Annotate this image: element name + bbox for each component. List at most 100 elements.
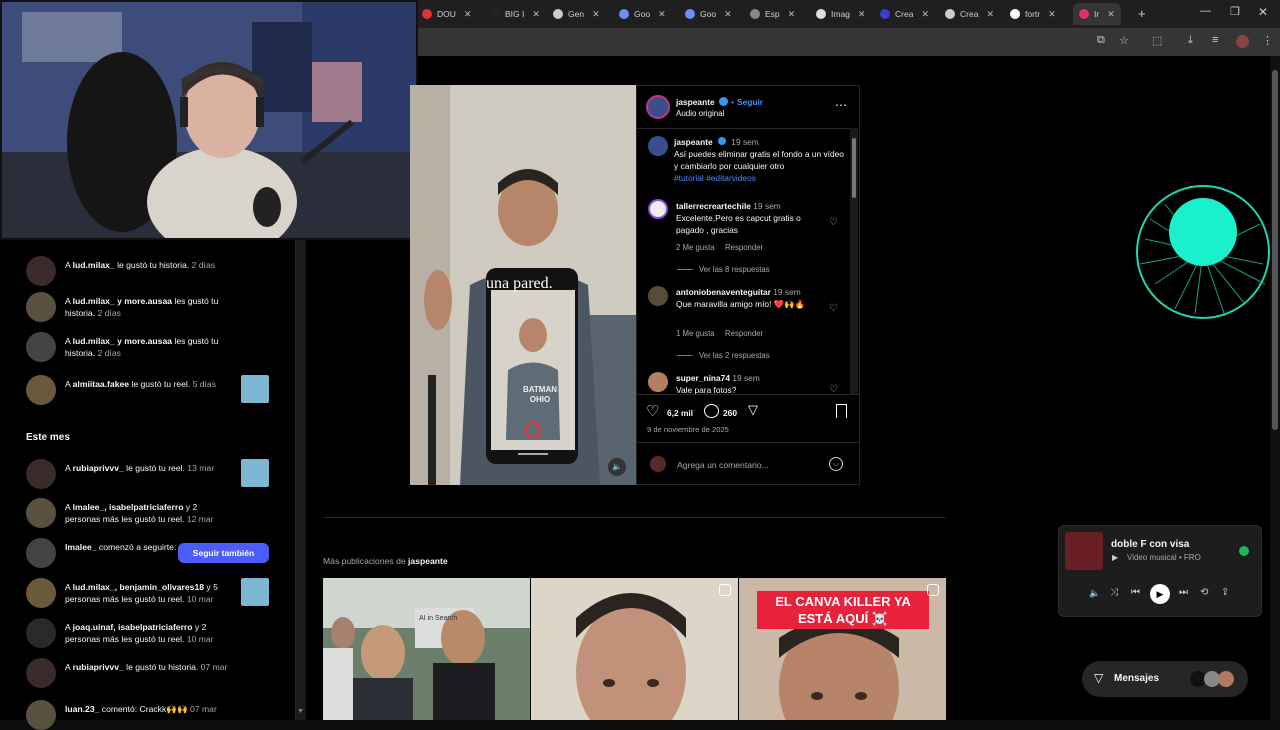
maximize-button[interactable]: ❐ (1230, 5, 1240, 18)
comment-icon[interactable] (704, 404, 719, 418)
notifications-scrollbar[interactable] (296, 240, 306, 720)
grid-post-1[interactable]: AI in Search (323, 578, 530, 720)
like-comment-icon[interactable]: ♡ (829, 217, 838, 228)
more-posts-user[interactable]: jaspeante (408, 556, 448, 566)
close-tab-icon[interactable]: ✕ (592, 9, 600, 20)
avatar[interactable] (26, 498, 56, 528)
page-scrollbar[interactable] (1270, 56, 1280, 720)
scroll-down-icon[interactable]: ▼ (297, 708, 304, 715)
notification-item[interactable]: A joaq.uinaf, isabelpatriciaferro y 2 pe… (26, 618, 296, 648)
like-comment-icon[interactable]: ♡ (829, 303, 838, 314)
mute-icon[interactable]: 🔈 (608, 458, 626, 476)
avatar[interactable] (26, 459, 56, 489)
likes-count[interactable]: 6,2 mil (667, 407, 693, 419)
track-title[interactable]: doble F con visa (1111, 539, 1189, 550)
next-icon[interactable]: ⏭ (1179, 587, 1188, 598)
shuffle-icon[interactable]: ⤨ (1110, 587, 1118, 598)
view-replies[interactable]: Ver las 2 respuestas (699, 351, 770, 360)
comment-avatar[interactable] (648, 286, 668, 306)
close-tab-icon[interactable]: ✕ (658, 9, 666, 20)
avatar[interactable] (26, 700, 56, 730)
notification-user[interactable]: rubiaprivvv_ (73, 463, 124, 473)
volume-icon[interactable]: 🔈 (1089, 588, 1100, 599)
browser-tab[interactable]: Crea ✕ (945, 3, 994, 25)
post-thumbnail[interactable] (241, 375, 269, 403)
close-tab-icon[interactable]: ✕ (921, 9, 929, 20)
browser-tab[interactable]: Imag ✕ (816, 3, 865, 25)
download-icon[interactable]: ⤓ (1188, 34, 1193, 47)
notification-user[interactable]: lud.milax_ y more.ausaa (73, 296, 172, 306)
comment-likes[interactable]: 1 Me gusta (676, 329, 715, 338)
caption-hashtags[interactable]: #tutorial #editarvideos (674, 173, 756, 183)
post-thumbnail[interactable] (241, 578, 269, 606)
reply-button[interactable]: Responder (725, 329, 763, 338)
browser-tab[interactable]: Ir ✕ (1073, 3, 1121, 25)
notification-user[interactable]: luan.23_ (65, 704, 99, 714)
follow-back-button[interactable]: Seguir también (178, 543, 269, 563)
close-tab-icon[interactable]: ✕ (1048, 9, 1056, 20)
close-tab-icon[interactable]: ✕ (788, 9, 796, 20)
install-icon[interactable]: ⧉ (1097, 34, 1105, 47)
album-art[interactable] (1065, 532, 1103, 570)
notification-user[interactable]: lud.milax_ y more.ausaa (73, 336, 172, 346)
save-icon[interactable] (836, 404, 847, 418)
browser-tab[interactable]: Gen ✕ (553, 3, 600, 25)
messages-button[interactable]: ▽ Mensajes (1082, 661, 1248, 697)
close-tab-icon[interactable]: ✕ (986, 9, 994, 20)
reel-video[interactable]: una pared. BATMAN OHIO 🔈 (410, 85, 636, 485)
media-icon[interactable]: ≡ (1212, 34, 1218, 46)
close-tab-icon[interactable]: ✕ (724, 9, 732, 20)
grid-post-2[interactable] (531, 578, 738, 720)
caption-avatar[interactable] (648, 136, 668, 156)
browser-tab[interactable]: BIG I ✕ (490, 3, 540, 25)
avatar[interactable] (26, 332, 56, 362)
browser-tab[interactable]: DOU ✕ (422, 3, 471, 25)
notification-item[interactable]: A lud.milax_ y more.ausaa les gustó tu h… (26, 292, 296, 322)
notification-item[interactable]: A rubiaprivvv_ le gustó tu historia. 07 … (26, 658, 296, 688)
new-tab-button[interactable]: + (1138, 6, 1146, 21)
avatar[interactable] (26, 578, 56, 608)
avatar[interactable] (26, 618, 56, 648)
view-replies[interactable]: Ver las 8 respuestas (699, 265, 770, 274)
close-tab-icon[interactable]: ✕ (858, 9, 866, 20)
notification-item[interactable]: A lud.milax_ le gustó tu historia. 2 día… (26, 256, 296, 286)
notification-user[interactable]: lmalee_, isabelpatriciaferro (73, 502, 184, 512)
browser-tab[interactable]: Esp ✕ (750, 3, 795, 25)
notification-user[interactable]: lud.milax_ (73, 260, 115, 270)
notification-item[interactable]: A lmalee_, isabelpatriciaferro y 2 perso… (26, 498, 296, 528)
close-tab-icon[interactable]: ✕ (464, 9, 472, 20)
close-window-button[interactable]: ✕ (1258, 5, 1268, 19)
add-comment-input[interactable]: Agrega un comentario... (677, 460, 769, 470)
browser-tab[interactable]: fortr ✕ (1010, 3, 1056, 25)
reply-button[interactable]: Responder (725, 243, 763, 252)
notification-user[interactable]: almiitaa.fakee (73, 379, 129, 389)
browser-tab[interactable]: Crea ✕ (880, 3, 929, 25)
avatar[interactable] (26, 538, 56, 568)
caption-username[interactable]: jaspeante (674, 137, 713, 147)
author-avatar[interactable] (646, 95, 670, 119)
menu-icon[interactable]: ⋮ (1262, 34, 1273, 47)
comment-avatar[interactable] (648, 372, 668, 392)
comment-username[interactable]: antoniobenaventeguitar (676, 287, 771, 297)
comment-likes[interactable]: 2 Me gusta (676, 243, 715, 252)
share-icon[interactable]: ▽ (748, 402, 758, 418)
comment-username[interactable]: super_nina74 (676, 373, 730, 383)
post-thumbnail[interactable] (241, 459, 269, 487)
author-username[interactable]: jaspeante (676, 96, 715, 108)
play-button[interactable]: ▶ (1150, 584, 1170, 604)
notification-item[interactable]: luan.23_ comentó: Crackk🙌🙌 07 mar (26, 700, 296, 730)
avatar[interactable] (26, 292, 56, 322)
notification-user[interactable]: lmalee_ (65, 542, 97, 552)
like-icon[interactable]: ♡ (646, 402, 659, 420)
previous-icon[interactable]: ⏮ (1131, 587, 1140, 598)
more-options-icon[interactable]: ⋯ (835, 98, 847, 112)
emoji-icon[interactable]: ◡ (829, 457, 843, 471)
follow-button[interactable]: Seguir (737, 96, 763, 108)
avatar[interactable] (26, 658, 56, 688)
comment-avatar[interactable] (648, 199, 668, 219)
comment-username[interactable]: tallerrecreartechile (676, 201, 751, 211)
audio-label[interactable]: Audio original (676, 108, 724, 120)
extensions-icon[interactable]: ⬚ (1152, 34, 1162, 47)
close-tab-icon[interactable]: ✕ (1107, 9, 1115, 20)
browser-tab[interactable]: Goo ✕ (619, 3, 666, 25)
